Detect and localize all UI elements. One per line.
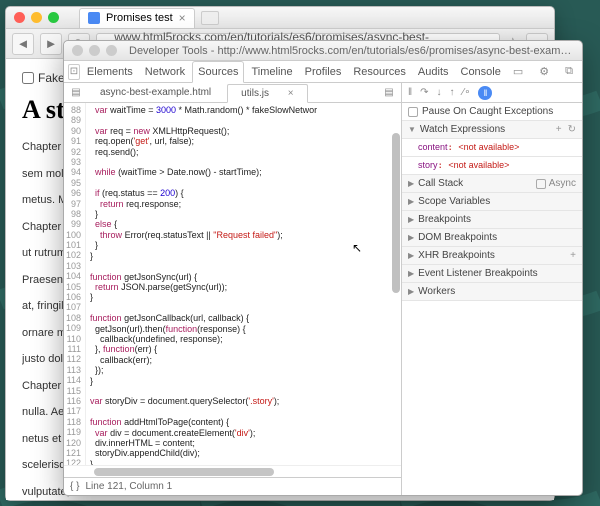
drawer-icon[interactable]: ▭: [508, 61, 528, 82]
tab-resources[interactable]: Resources: [348, 62, 411, 82]
add-icon[interactable]: +: [556, 124, 562, 135]
forward-button[interactable]: ►: [40, 33, 62, 55]
pause-icon[interactable]: ‖: [408, 87, 412, 98]
close-tab-icon[interactable]: ×: [179, 11, 186, 25]
minimize-icon[interactable]: [89, 45, 100, 56]
step-out-icon[interactable]: ↑: [450, 87, 455, 98]
file-tab[interactable]: async-best-example.html: [86, 83, 225, 102]
tab-profiles[interactable]: Profiles: [300, 62, 347, 82]
tab-elements[interactable]: Elements: [82, 62, 138, 82]
line-gutter: 8889909192939495969798991001011021031041…: [64, 103, 86, 465]
file-tabs: ▤ async-best-example.html utils.js × ▤: [64, 83, 401, 103]
cursor-position: Line 121, Column 1: [85, 481, 172, 492]
section-dom-bp[interactable]: ▶DOM Breakpoints: [402, 229, 582, 247]
braces-icon[interactable]: { }: [70, 481, 79, 492]
checkbox-icon[interactable]: [536, 179, 546, 189]
status-bar: { } Line 121, Column 1: [64, 477, 401, 495]
favicon-icon: [88, 12, 100, 24]
source-code[interactable]: var waitTime = 3000 * Math.random() * fa…: [86, 103, 401, 465]
zoom-icon[interactable]: [106, 45, 117, 56]
disclosure-down-icon: ▼: [408, 125, 416, 134]
section-xhr-bp[interactable]: ▶XHR Breakpoints+: [402, 247, 582, 265]
minimize-icon[interactable]: [31, 12, 42, 23]
step-over-icon[interactable]: ↷: [420, 87, 428, 98]
devtools-main: ▤ async-best-example.html utils.js × ▤ 8…: [64, 83, 582, 495]
add-icon[interactable]: +: [570, 250, 576, 261]
section-workers[interactable]: ▶Workers: [402, 283, 582, 301]
section-event-bp[interactable]: ▶Event Listener Breakpoints: [402, 265, 582, 283]
file-tab[interactable]: utils.js ×: [227, 84, 307, 103]
checkbox-input[interactable]: [22, 72, 34, 84]
vertical-scrollbar[interactable]: [391, 103, 401, 465]
deactivate-bp-icon[interactable]: ⁄∘: [463, 87, 471, 98]
devtools-tabs: ⊡ Elements Network Sources Timeline Prof…: [64, 61, 582, 83]
horizontal-scrollbar[interactable]: [64, 465, 401, 477]
back-button[interactable]: ◄: [12, 33, 34, 55]
section-breakpoints[interactable]: ▶Breakpoints: [402, 211, 582, 229]
section-scope[interactable]: ▶Scope Variables: [402, 193, 582, 211]
tab-sources[interactable]: Sources: [192, 61, 244, 83]
pause-exceptions-icon[interactable]: ‖: [478, 86, 492, 100]
disclosure-right-icon: ▶: [408, 179, 414, 188]
tab-title: Promises test: [106, 12, 173, 24]
tab-audits[interactable]: Audits: [413, 62, 454, 82]
traffic-lights: [72, 45, 117, 56]
watch-item[interactable]: content: <not available>: [402, 139, 582, 157]
inspect-icon[interactable]: ⊡: [68, 64, 80, 80]
settings-icon[interactable]: ⚙: [534, 61, 554, 82]
tab-console[interactable]: Console: [456, 62, 506, 82]
section-watch[interactable]: ▼ Watch Expressions +↻: [402, 121, 582, 139]
pause-caught-row[interactable]: Pause On Caught Exceptions: [402, 103, 582, 121]
close-file-icon[interactable]: ×: [278, 84, 301, 103]
more-tabs-icon[interactable]: ▤: [381, 86, 397, 100]
tab-timeline[interactable]: Timeline: [246, 62, 297, 82]
window-title: Developer Tools - http://www.html5rocks.…: [129, 45, 574, 57]
tab-network[interactable]: Network: [140, 62, 190, 82]
close-icon[interactable]: [72, 45, 83, 56]
debugger-toolbar: ‖ ↷ ↓ ↑ ⁄∘ ‖: [402, 83, 582, 103]
step-into-icon[interactable]: ↓: [437, 87, 442, 98]
traffic-lights: [14, 12, 59, 23]
navigator-icon[interactable]: ▤: [68, 86, 84, 100]
debugger-sidebar: ‖ ↷ ↓ ↑ ⁄∘ ‖ Pause On Caught Exceptions …: [402, 83, 582, 495]
watch-item[interactable]: story: <not available>: [402, 157, 582, 175]
new-tab-button[interactable]: [201, 11, 219, 25]
devtools-titlebar: Developer Tools - http://www.html5rocks.…: [64, 41, 582, 61]
devtools-window: Developer Tools - http://www.html5rocks.…: [63, 40, 583, 496]
refresh-icon[interactable]: ↻: [568, 124, 576, 135]
close-icon[interactable]: [14, 12, 25, 23]
checkbox-icon[interactable]: [408, 107, 418, 117]
section-callstack[interactable]: ▶ Call Stack Async: [402, 175, 582, 193]
zoom-icon[interactable]: [48, 12, 59, 23]
browser-titlebar: Promises test ×: [6, 7, 554, 29]
browser-tab[interactable]: Promises test ×: [79, 8, 195, 28]
code-editor[interactable]: 8889909192939495969798991001011021031041…: [64, 103, 401, 465]
dock-icon[interactable]: ⧉: [560, 61, 578, 82]
sources-panel: ▤ async-best-example.html utils.js × ▤ 8…: [64, 83, 402, 495]
